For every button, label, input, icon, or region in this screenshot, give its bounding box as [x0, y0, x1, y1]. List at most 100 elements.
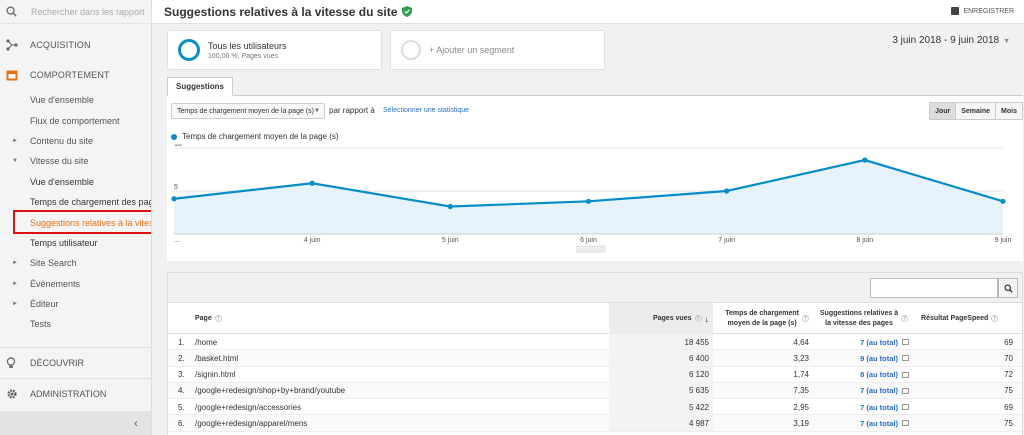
- x-tick-label: 7 juin: [718, 237, 735, 244]
- segment-title: Tous les utilisateurs: [208, 40, 287, 51]
- external-link-icon[interactable]: [902, 355, 909, 362]
- table-search-button[interactable]: [998, 278, 1018, 298]
- sidebar-item[interactable]: ▼ Vitesse du site: [0, 151, 151, 171]
- suggestions-link[interactable]: 9 (au total): [815, 350, 913, 366]
- page-title: Suggestions relatives à la vitesse du si…: [164, 4, 398, 19]
- period-button[interactable]: Semaine: [955, 102, 997, 120]
- row-number: 3.: [178, 367, 194, 383]
- suggestions-link[interactable]: 7 (au total): [815, 334, 913, 350]
- page-link[interactable]: /basket.html: [195, 350, 608, 366]
- external-link-icon[interactable]: [902, 371, 909, 378]
- report-header: Suggestions relatives à la vitesse du si…: [152, 0, 1024, 24]
- page-link[interactable]: /google+redesign/apparel/mens: [195, 415, 608, 431]
- series-area: [174, 160, 1003, 234]
- search-input[interactable]: Rechercher dans les rapport: [31, 7, 145, 17]
- sidebar-section-label: ACQUISITION: [30, 40, 91, 50]
- x-tick-label: 4 juin: [304, 237, 321, 244]
- page-link[interactable]: /google+redesign/shop+by+brand/youtube: [195, 383, 608, 399]
- metric-dropdown[interactable]: Temps de chargement moyen de la page (s)…: [171, 103, 325, 119]
- header-label: Page: [195, 315, 212, 322]
- behavior-icon: [6, 70, 18, 80]
- suggestions-link[interactable]: 7 (au total): [815, 383, 913, 399]
- sidebar-item[interactable]: ► Éditeur: [0, 294, 151, 314]
- external-link-icon[interactable]: [902, 339, 909, 345]
- line-chart: 5 10... 4 juin 5 juin 6 juin 7 juin 8 juin 9 ju…: [171, 144, 1011, 253]
- help-icon[interactable]: ?: [802, 315, 809, 322]
- table-body: 1. /home 18 455 4,64 7 (au total) 69 2. /basket…: [168, 334, 1022, 432]
- column-header-pageviews[interactable]: Pages vues? ↓: [609, 303, 713, 334]
- segment-all-users[interactable]: Tous les utilisateurs 100,00 %, Pages vu…: [167, 30, 382, 70]
- table-search-input[interactable]: [870, 278, 998, 298]
- sidebar-section-decouvrir[interactable]: DÉCOUVRIR: [0, 347, 151, 378]
- x-tick-label: 6 juin: [580, 237, 597, 244]
- load-time-cell: 4,64: [713, 334, 813, 350]
- sidebar-item[interactable]: Tests: [0, 314, 151, 334]
- pageviews-cell-text: 18 455: [684, 337, 709, 347]
- select-metric-link[interactable]: Sélectionner une statistique: [383, 107, 469, 114]
- chevron-left-icon: ‹: [134, 416, 138, 430]
- pageviews-cell-text: 6 120: [688, 370, 709, 380]
- table-row: 1. /home 18 455 4,64 7 (au total) 69: [168, 334, 1022, 351]
- sidebar-section-comportement[interactable]: COMPORTEMENT: [0, 60, 151, 90]
- sidebar-section-label: COMPORTEMENT: [30, 70, 110, 80]
- column-header-pagespeed[interactable]: Résultat PageSpeed?: [921, 303, 1019, 334]
- load-time-cell: 2,95: [713, 399, 813, 415]
- gear-icon: [7, 389, 17, 399]
- sidebar-item[interactable]: Flux de comportement: [0, 110, 151, 130]
- pagespeed-cell-text: 69: [1004, 402, 1013, 412]
- load-time-cell-text: 7,35: [793, 386, 809, 396]
- sidebar-item[interactable]: Temps utilisateur: [0, 233, 151, 253]
- external-link-icon[interactable]: [902, 420, 909, 427]
- sidebar-item[interactable]: ► Site Search: [0, 253, 151, 273]
- acquisition-icon: [6, 39, 18, 51]
- page-link-text: /google+redesign/apparel/mens: [195, 418, 308, 428]
- sidebar-search[interactable]: Rechercher dans les rapport: [0, 0, 151, 24]
- help-icon[interactable]: ?: [901, 315, 909, 322]
- add-segment-button[interactable]: + Ajouter un segment: [390, 30, 605, 70]
- help-icon[interactable]: ?: [694, 315, 702, 322]
- sidebar-section-acquisition[interactable]: ACQUISITION: [0, 30, 151, 60]
- page-link[interactable]: /home: [195, 334, 608, 350]
- period-button[interactable]: Jour: [929, 102, 957, 120]
- load-time-cell: 1,74: [713, 367, 813, 383]
- help-icon[interactable]: ?: [214, 315, 222, 322]
- sidebar-section-administration[interactable]: ADMINISTRATION: [0, 378, 151, 409]
- verified-shield-icon: [402, 6, 413, 17]
- suggestions-link[interactable]: 7 (au total): [815, 415, 913, 431]
- column-header-page[interactable]: Page?: [195, 303, 608, 334]
- sidebar-item[interactable]: ► Événements: [0, 274, 151, 294]
- pageviews-cell: 5 635: [609, 382, 713, 399]
- suggestions-link[interactable]: 8 (au total): [815, 367, 913, 383]
- period-button[interactable]: Mois: [995, 102, 1023, 120]
- sidebar-item[interactable]: Vue d'ensemble: [0, 172, 151, 192]
- column-header-load-time[interactable]: Temps de chargement moyen de la page (s)?: [713, 303, 813, 334]
- load-time-cell-text: 3,23: [793, 353, 809, 363]
- main-content: Suggestions relatives à la vitesse du si…: [152, 0, 1024, 435]
- help-icon[interactable]: ?: [991, 315, 999, 322]
- save-button[interactable]: ENREGISTRER: [951, 7, 1014, 15]
- sidebar-item[interactable]: ► Contenu du site: [0, 131, 151, 151]
- compare-label: par rapport à: [329, 106, 375, 115]
- suggestions-link[interactable]: 7 (au total): [815, 399, 913, 415]
- search-icon: [6, 6, 17, 17]
- triangle-down-icon: ▼: [12, 158, 18, 165]
- external-link-icon[interactable]: [902, 404, 909, 411]
- external-link-icon[interactable]: [902, 387, 909, 394]
- date-range-picker[interactable]: 3 juin 2018 - 9 juin 2018 ▼: [892, 35, 1010, 46]
- y-tick-label: 10: [174, 144, 182, 148]
- tab-suggestions[interactable]: Suggestions: [167, 77, 234, 96]
- suggestions-link-text: 7 (au total): [860, 386, 898, 396]
- data-point: [447, 203, 453, 210]
- sidebar-item[interactable]: Vue d'ensemble: [0, 90, 151, 110]
- metric-dropdown-label: Temps de chargement moyen de la page (s): [177, 107, 314, 115]
- pagespeed-cell-text: 75: [1004, 386, 1013, 396]
- table-row: 5. /google+redesign/accessories 5 422 2,95 7…: [168, 399, 1022, 416]
- header-label: Pages vues: [652, 315, 692, 322]
- sidebar-item-label: Vitesse du site: [30, 156, 89, 167]
- load-time-cell-text: 1,74: [793, 370, 809, 380]
- page-link[interactable]: /google+redesign/accessories: [195, 399, 608, 415]
- column-header-suggestions[interactable]: Suggestions relatives à la vitesse des pa…: [815, 303, 913, 334]
- sidebar-section-label: ADMINISTRATION: [30, 389, 107, 399]
- page-link[interactable]: /signin.html: [195, 367, 608, 383]
- sidebar-collapse-button[interactable]: ‹: [0, 411, 151, 435]
